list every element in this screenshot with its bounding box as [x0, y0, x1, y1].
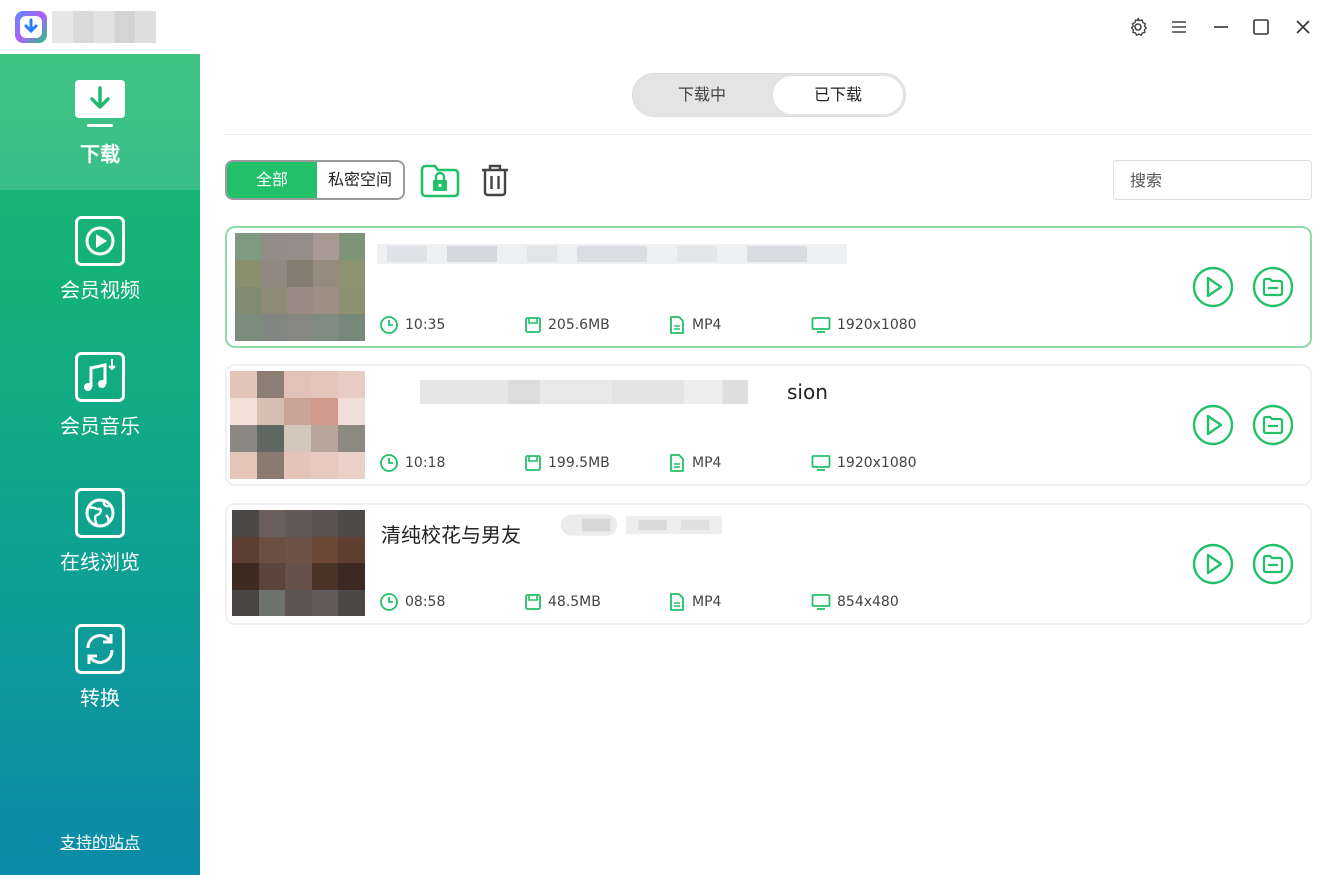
- resolution: 854x480: [811, 591, 899, 613]
- file-size: 205.6MB: [524, 314, 610, 336]
- file-format-value: MP4: [692, 317, 722, 333]
- list-item[interactable]: 清纯校花与男友 08:58 48.5MB MP4 854x480: [225, 503, 1312, 625]
- close-icon[interactable]: [1289, 13, 1317, 41]
- title-redacted: [560, 514, 722, 536]
- sidebar-item-label: 在线浏览: [60, 550, 140, 574]
- settings-icon[interactable]: [1124, 13, 1152, 41]
- resolution: 1920x1080: [811, 452, 917, 474]
- resolution-value: 854x480: [837, 594, 899, 610]
- clock-icon: [380, 316, 398, 334]
- clock-icon: [380, 593, 398, 611]
- title-redacted: [420, 380, 748, 404]
- clock-icon: [380, 454, 398, 472]
- monitor-icon: [811, 594, 831, 610]
- play-button[interactable]: [1192, 543, 1234, 585]
- lock-folder-button[interactable]: [420, 160, 460, 200]
- sidebar-item-label: 转换: [80, 686, 120, 710]
- music-note-icon: [75, 352, 125, 402]
- list-item[interactable]: sion 10:18 199.5MB MP4 1920x1080: [225, 364, 1312, 486]
- file-format-value: MP4: [692, 594, 722, 610]
- globe-icon: [75, 488, 125, 538]
- sidebar-item-label: 会员音乐: [60, 414, 140, 438]
- sidebar-item-vip-video[interactable]: 会员视频: [0, 190, 200, 326]
- minimize-icon[interactable]: [1207, 13, 1235, 41]
- file-format: MP4: [668, 314, 721, 336]
- title-redacted: [377, 244, 847, 264]
- download-icon: [75, 80, 125, 127]
- file-icon: [670, 593, 684, 611]
- app-window: 下载 会员视频 会员音乐 在线浏览 转换 支持的站点 下载中 已下载 全部 私密…: [0, 0, 1338, 875]
- duration: 10:35: [379, 314, 445, 336]
- resolution: 1920x1080: [811, 314, 917, 336]
- resolution-value: 1920x1080: [837, 317, 917, 333]
- resolution-value: 1920x1080: [837, 455, 917, 471]
- sidebar-item-vip-music[interactable]: 会员音乐: [0, 326, 200, 462]
- file-icon: [670, 316, 684, 334]
- duration: 08:58: [379, 591, 445, 613]
- sidebar-item-label: 下载: [80, 142, 120, 166]
- file-size-value: 199.5MB: [548, 455, 610, 471]
- app-logo-icon: [15, 11, 47, 43]
- sidebar-item-convert[interactable]: 转换: [0, 598, 200, 734]
- trash-icon: [482, 164, 508, 197]
- main-panel: 下载中 已下载 全部 私密空间 搜索 10:35 205.6MB MP4 192…: [200, 54, 1338, 875]
- maximize-icon[interactable]: [1247, 13, 1275, 41]
- download-tabs: 下载中 已下载: [632, 73, 906, 117]
- sidebar-item-label: 会员视频: [60, 278, 140, 302]
- file-format-value: MP4: [692, 455, 722, 471]
- file-icon: [670, 454, 684, 472]
- video-thumbnail: [232, 510, 365, 616]
- filter-all-button[interactable]: 全部: [227, 162, 317, 198]
- file-size: 48.5MB: [524, 591, 601, 613]
- play-button[interactable]: [1192, 404, 1234, 446]
- delete-button[interactable]: [475, 160, 515, 200]
- save-icon: [525, 317, 541, 333]
- duration-value: 08:58: [405, 594, 446, 610]
- menu-icon[interactable]: [1165, 13, 1193, 41]
- search-input[interactable]: [1113, 160, 1312, 200]
- open-folder-button[interactable]: [1252, 543, 1294, 585]
- file-size-value: 205.6MB: [548, 317, 610, 333]
- file-size-value: 48.5MB: [548, 594, 601, 610]
- video-thumbnail: [235, 233, 365, 341]
- divider: [225, 134, 1312, 135]
- filter-private-button[interactable]: 私密空间: [317, 162, 403, 198]
- sidebar-item-download[interactable]: 下载: [0, 54, 200, 190]
- supported-sites-link[interactable]: 支持的站点: [0, 829, 200, 853]
- open-folder-button[interactable]: [1252, 266, 1294, 308]
- title-bar: [0, 0, 1338, 54]
- tab-downloading[interactable]: 下载中: [635, 76, 769, 114]
- video-thumbnail: [230, 371, 365, 479]
- duration-value: 10:35: [405, 317, 446, 333]
- sidebar: 下载 会员视频 会员音乐 在线浏览 转换 支持的站点: [0, 54, 200, 875]
- list-item[interactable]: 10:35 205.6MB MP4 1920x1080: [225, 226, 1312, 348]
- monitor-icon: [811, 455, 831, 471]
- play-circle-icon: [75, 216, 125, 266]
- file-format: MP4: [668, 591, 721, 613]
- save-icon: [525, 455, 541, 471]
- file-format: MP4: [668, 452, 721, 474]
- app-title-redacted: [52, 11, 156, 43]
- duration-value: 10:18: [405, 455, 446, 471]
- save-icon: [525, 594, 541, 610]
- play-button[interactable]: [1192, 266, 1234, 308]
- file-size: 199.5MB: [524, 452, 610, 474]
- duration: 10:18: [379, 452, 445, 474]
- video-title: 清纯校花与男友: [381, 523, 521, 547]
- video-title: sion: [787, 380, 828, 404]
- tab-downloaded[interactable]: 已下载: [773, 76, 903, 114]
- monitor-icon: [811, 317, 831, 333]
- lock-folder-icon: [420, 164, 460, 198]
- convert-icon: [75, 624, 125, 674]
- sidebar-item-online-browse[interactable]: 在线浏览: [0, 462, 200, 598]
- filter-toggle: 全部 私密空间: [225, 160, 405, 200]
- open-folder-button[interactable]: [1252, 404, 1294, 446]
